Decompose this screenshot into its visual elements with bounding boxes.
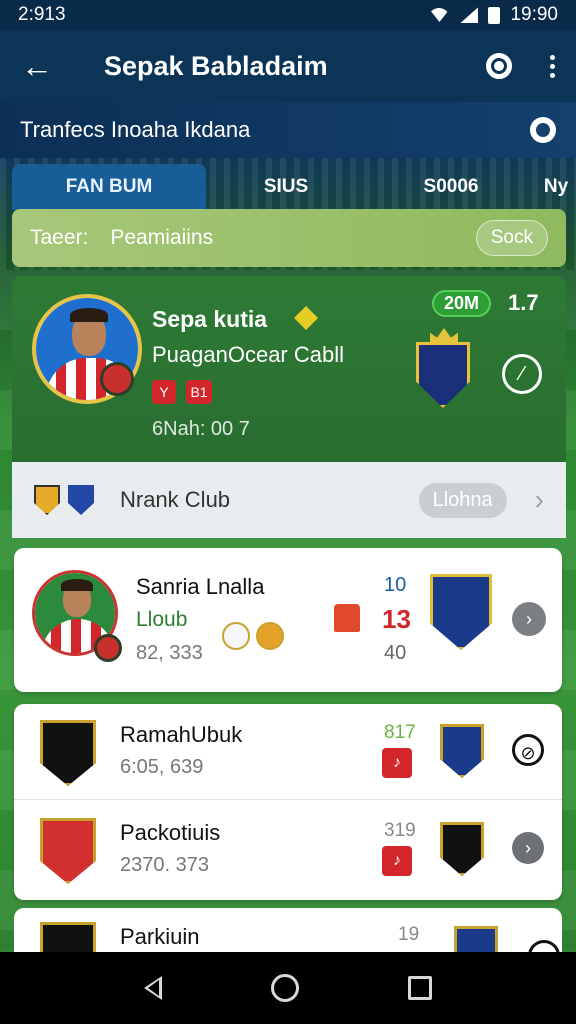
featured-rating: 1.7 [508,290,539,315]
club-crest-icon [40,922,96,952]
player-num-bot: 40 [384,642,407,664]
badge-icon [256,622,284,650]
list-item[interactable]: Parkiuin 19 [14,908,562,952]
club-chip-icon: ♪ [382,748,412,778]
battery-icon [488,6,501,24]
chevron-right-icon[interactable]: › [512,832,544,864]
featured-name: Sepa kutia [152,306,268,332]
nav-home-icon[interactable] [270,974,299,1002]
nav-back-icon[interactable] [144,976,163,1000]
chevron-right-icon[interactable]: › [512,602,546,636]
club-name: RamahUbuk [120,722,243,747]
club-crest-icon [40,720,96,786]
club-crest-icon [94,634,122,662]
player-club: Lloub [136,608,188,631]
star-icon [294,306,318,330]
more-dot [549,72,555,78]
app-bar: ← Sepak Babladaim [0,30,576,102]
wifi-icon [428,8,451,22]
tab-fan-bum[interactable]: FAN BUM [12,164,206,210]
club-crest-icon [40,818,96,884]
player-meta: 82, 333 [136,642,203,664]
status-time-left: 2:913 [18,4,66,25]
club-meta: 6:05, 639 [120,756,204,778]
tab-sius[interactable]: SIUS [206,164,366,210]
club-header-row[interactable]: Nrank Club Llohna › [12,462,566,538]
status-right: 19:90 [428,4,558,26]
club-chip-icon: ♪ [382,846,412,876]
list-item[interactable]: RamahUbuk 6:05, 639 817 ♪ ⊘ [14,704,562,800]
club-header-label: Nrank Club [120,487,231,512]
globe-icon[interactable] [530,117,556,143]
team-crest-icon [454,926,498,952]
club-pill[interactable]: Llohna [418,482,507,518]
tab-s0006[interactable]: S0006 [366,164,536,210]
team-crest-icon [430,574,492,650]
team-crest-icon [440,822,484,876]
featured-action-button[interactable]: ⁄ [502,354,542,394]
gear-icon [486,53,512,79]
club-num: 817 [384,722,416,743]
block-icon[interactable]: ⊘ [512,734,544,766]
app-title: Sepak Babladaim [104,50,328,81]
filter-label: Taeer: [30,226,89,249]
club-name: Parkiuin [120,924,200,949]
player-num-top: 10 [384,574,407,596]
featured-chip: B1 [186,380,212,404]
club-crest-icon [100,362,134,396]
back-button[interactable]: ← [0,30,74,102]
filter-bar: Taeer: Peamiaiins Sock [12,209,566,267]
player-card[interactable]: Sanria Lnalla Lloub 82, 333 10 13 40 › [14,548,562,692]
more-button[interactable] [528,30,576,102]
featured-meta: 6Nah: 00 7 [152,418,250,440]
chevron-right-icon[interactable]: › [535,484,544,516]
featured-club: PuaganOcear Cabll [152,342,345,367]
status-bar: 2:913 19:90 [0,0,576,30]
subheader: Tranfecs Inoaha Ikdana [0,102,576,158]
tab-ny[interactable]: Ny [536,164,576,210]
club-name: Packotiuis [120,820,221,845]
status-badge: 20M [432,290,492,317]
crest-a-icon [34,485,60,515]
subheader-text: Tranfecs Inoaha Ikdana [20,117,251,142]
avatar-hair [70,308,108,322]
avatar-hair [61,579,93,591]
sort-button[interactable]: Sock [475,220,548,256]
settings-button[interactable] [470,30,528,102]
system-nav-bar [0,952,576,1024]
club-list: RamahUbuk 6:05, 639 817 ♪ ⊘ Packotiuis 2… [14,704,562,900]
player-num-mid: 13 [382,604,411,634]
nav-recent-icon[interactable] [407,976,432,1000]
team-crest-icon [440,724,484,778]
block-icon[interactable] [528,940,560,952]
club-num: 19 [398,924,420,945]
featured-player-card[interactable]: Sepa kutia PuaganOcear Cabll Y B1 6Nah: … [12,276,566,462]
club-meta: 2370. 373 [120,854,209,876]
crest-b-icon [68,485,94,515]
signal-icon [460,7,479,23]
club-num: 319 [384,820,416,841]
more-vert-icon [549,54,555,60]
filter-value[interactable]: Peamiaiins [110,226,475,250]
flag-icon: Y [152,380,176,404]
team-crest-icon [416,342,470,408]
check-icon: ⁄ [520,362,524,385]
flag-icon [334,604,360,632]
tab-bar: FAN BUM SIUS S0006 Ny [12,164,576,210]
crown-icon [430,328,458,344]
badge-icon [222,622,250,650]
back-arrow-icon: ← [21,47,53,84]
list-item[interactable]: Packotiuis 2370. 373 319 ♪ › [14,802,562,898]
more-dot [549,63,555,69]
status-time-right: 19:90 [510,4,558,25]
player-name: Sanria Lnalla [136,574,265,599]
